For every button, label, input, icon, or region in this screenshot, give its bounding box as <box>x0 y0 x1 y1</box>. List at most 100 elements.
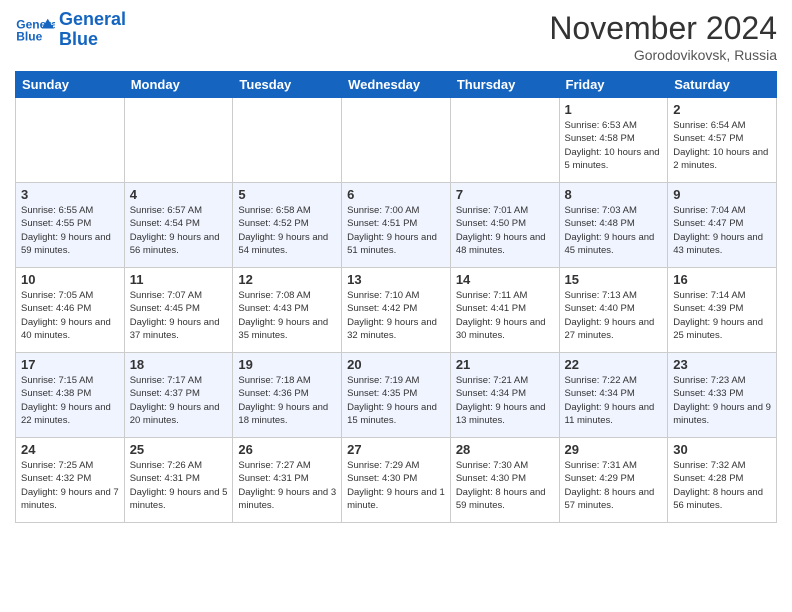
day-info: Sunrise: 7:03 AM Sunset: 4:48 PM Dayligh… <box>565 204 663 257</box>
header-monday: Monday <box>124 72 233 98</box>
day-info: Sunrise: 6:55 AM Sunset: 4:55 PM Dayligh… <box>21 204 119 257</box>
day-info: Sunrise: 7:10 AM Sunset: 4:42 PM Dayligh… <box>347 289 445 342</box>
calendar-cell-w4-d6: 23 Sunrise: 7:23 AM Sunset: 4:33 PM Dayli… <box>668 353 777 438</box>
day-info: Sunrise: 6:53 AM Sunset: 4:58 PM Dayligh… <box>565 119 663 172</box>
calendar-cell-w5-d1: 25 Sunrise: 7:26 AM Sunset: 4:31 PM Dayli… <box>124 438 233 523</box>
calendar-cell-w5-d0: 24Sunrise: 7:25 AM Sunset: 4:32 PM Dayli… <box>16 438 125 523</box>
day-number: 8 <box>565 187 663 202</box>
day-info: Sunrise: 7:19 AM Sunset: 4:35 PM Dayligh… <box>347 374 445 427</box>
day-info: Sunrise: 7:29 AM Sunset: 4:30 PM Dayligh… <box>347 459 445 512</box>
day-number: 25 <box>130 442 228 457</box>
calendar-cell-w4-d3: 20 Sunrise: 7:19 AM Sunset: 4:35 PM Dayli… <box>342 353 451 438</box>
day-info: Sunrise: 7:05 AM Sunset: 4:46 PM Dayligh… <box>21 289 119 342</box>
day-number: 5 <box>238 187 336 202</box>
day-number: 14 <box>456 272 554 287</box>
day-number: 19 <box>238 357 336 372</box>
calendar-cell-w3-d2: 12 Sunrise: 7:08 AM Sunset: 4:43 PM Dayli… <box>233 268 342 353</box>
day-number: 30 <box>673 442 771 457</box>
day-number: 10 <box>21 272 119 287</box>
calendar-cell-w5-d3: 27 Sunrise: 7:29 AM Sunset: 4:30 PM Dayli… <box>342 438 451 523</box>
day-info: Sunrise: 7:26 AM Sunset: 4:31 PM Dayligh… <box>130 459 228 512</box>
header-wednesday: Wednesday <box>342 72 451 98</box>
calendar-cell-w3-d4: 14 Sunrise: 7:11 AM Sunset: 4:41 PM Dayli… <box>450 268 559 353</box>
day-info: Sunrise: 7:31 AM Sunset: 4:29 PM Dayligh… <box>565 459 663 512</box>
day-number: 23 <box>673 357 771 372</box>
day-info: Sunrise: 7:30 AM Sunset: 4:30 PM Dayligh… <box>456 459 554 512</box>
day-info: Sunrise: 7:22 AM Sunset: 4:34 PM Dayligh… <box>565 374 663 427</box>
day-number: 9 <box>673 187 771 202</box>
title-section: November 2024 Gorodovikovsk, Russia <box>549 10 777 63</box>
day-number: 21 <box>456 357 554 372</box>
calendar-table: Sunday Monday Tuesday Wednesday Thursday… <box>15 71 777 523</box>
calendar-cell-w2-d0: 3 Sunrise: 6:55 AM Sunset: 4:55 PM Daylig… <box>16 183 125 268</box>
day-number: 20 <box>347 357 445 372</box>
month-title: November 2024 <box>549 10 777 47</box>
logo-icon: General Blue <box>15 15 55 45</box>
calendar-cell-w2-d4: 7Sunrise: 7:01 AM Sunset: 4:50 PM Daylig… <box>450 183 559 268</box>
header-sunday: Sunday <box>16 72 125 98</box>
day-info: Sunrise: 7:23 AM Sunset: 4:33 PM Dayligh… <box>673 374 771 427</box>
day-info: Sunrise: 7:04 AM Sunset: 4:47 PM Dayligh… <box>673 204 771 257</box>
day-info: Sunrise: 7:17 AM Sunset: 4:37 PM Dayligh… <box>130 374 228 427</box>
location: Gorodovikovsk, Russia <box>549 47 777 63</box>
calendar-cell-w4-d4: 21 Sunrise: 7:21 AM Sunset: 4:34 PM Dayli… <box>450 353 559 438</box>
weekday-header-row: Sunday Monday Tuesday Wednesday Thursday… <box>16 72 777 98</box>
calendar-cell-w1-d1 <box>124 98 233 183</box>
calendar-cell-w2-d1: 4 Sunrise: 6:57 AM Sunset: 4:54 PM Daylig… <box>124 183 233 268</box>
day-number: 12 <box>238 272 336 287</box>
week-row-4: 17Sunrise: 7:15 AM Sunset: 4:38 PM Dayli… <box>16 353 777 438</box>
calendar-cell-w1-d4 <box>450 98 559 183</box>
week-row-3: 10 Sunrise: 7:05 AM Sunset: 4:46 PM Dayli… <box>16 268 777 353</box>
svg-text:Blue: Blue <box>16 29 42 43</box>
calendar-cell-w4-d5: 22 Sunrise: 7:22 AM Sunset: 4:34 PM Dayli… <box>559 353 668 438</box>
day-number: 4 <box>130 187 228 202</box>
calendar-cell-w1-d3 <box>342 98 451 183</box>
calendar-cell-w5-d5: 29 Sunrise: 7:31 AM Sunset: 4:29 PM Dayli… <box>559 438 668 523</box>
day-number: 7 <box>456 187 554 202</box>
calendar-cell-w4-d1: 18 Sunrise: 7:17 AM Sunset: 4:37 PM Dayli… <box>124 353 233 438</box>
calendar-cell-w3-d5: 15Sunrise: 7:13 AM Sunset: 4:40 PM Dayli… <box>559 268 668 353</box>
day-number: 2 <box>673 102 771 117</box>
calendar-cell-w3-d3: 13Sunrise: 7:10 AM Sunset: 4:42 PM Dayli… <box>342 268 451 353</box>
calendar-cell-w4-d0: 17Sunrise: 7:15 AM Sunset: 4:38 PM Dayli… <box>16 353 125 438</box>
day-info: Sunrise: 7:25 AM Sunset: 4:32 PM Dayligh… <box>21 459 119 512</box>
calendar-cell-w2-d5: 8 Sunrise: 7:03 AM Sunset: 4:48 PM Daylig… <box>559 183 668 268</box>
day-number: 1 <box>565 102 663 117</box>
day-info: Sunrise: 7:13 AM Sunset: 4:40 PM Dayligh… <box>565 289 663 342</box>
header-friday: Friday <box>559 72 668 98</box>
logo-text: GeneralBlue <box>59 10 126 50</box>
day-number: 3 <box>21 187 119 202</box>
day-number: 6 <box>347 187 445 202</box>
calendar-cell-w2-d2: 5Sunrise: 6:58 AM Sunset: 4:52 PM Daylig… <box>233 183 342 268</box>
day-number: 26 <box>238 442 336 457</box>
day-number: 22 <box>565 357 663 372</box>
day-info: Sunrise: 6:57 AM Sunset: 4:54 PM Dayligh… <box>130 204 228 257</box>
calendar-cell-w5-d4: 28 Sunrise: 7:30 AM Sunset: 4:30 PM Dayli… <box>450 438 559 523</box>
week-row-1: 1 Sunrise: 6:53 AM Sunset: 4:58 PM Daylig… <box>16 98 777 183</box>
header-thursday: Thursday <box>450 72 559 98</box>
day-number: 16 <box>673 272 771 287</box>
calendar-cell-w3-d0: 10 Sunrise: 7:05 AM Sunset: 4:46 PM Dayli… <box>16 268 125 353</box>
logo: General Blue GeneralBlue <box>15 10 126 50</box>
header-tuesday: Tuesday <box>233 72 342 98</box>
calendar-cell-w5-d6: 30Sunrise: 7:32 AM Sunset: 4:28 PM Dayli… <box>668 438 777 523</box>
day-info: Sunrise: 7:14 AM Sunset: 4:39 PM Dayligh… <box>673 289 771 342</box>
day-info: Sunrise: 7:07 AM Sunset: 4:45 PM Dayligh… <box>130 289 228 342</box>
page: General Blue GeneralBlue November 2024 G… <box>0 0 792 612</box>
day-number: 27 <box>347 442 445 457</box>
calendar-cell-w2-d3: 6Sunrise: 7:00 AM Sunset: 4:51 PM Daylig… <box>342 183 451 268</box>
day-number: 18 <box>130 357 228 372</box>
calendar-cell-w5-d2: 26 Sunrise: 7:27 AM Sunset: 4:31 PM Dayli… <box>233 438 342 523</box>
day-info: Sunrise: 6:54 AM Sunset: 4:57 PM Dayligh… <box>673 119 771 172</box>
day-number: 29 <box>565 442 663 457</box>
day-number: 28 <box>456 442 554 457</box>
day-info: Sunrise: 7:11 AM Sunset: 4:41 PM Dayligh… <box>456 289 554 342</box>
day-info: Sunrise: 7:08 AM Sunset: 4:43 PM Dayligh… <box>238 289 336 342</box>
calendar-cell-w1-d5: 1 Sunrise: 6:53 AM Sunset: 4:58 PM Daylig… <box>559 98 668 183</box>
week-row-2: 3 Sunrise: 6:55 AM Sunset: 4:55 PM Daylig… <box>16 183 777 268</box>
day-info: Sunrise: 7:21 AM Sunset: 4:34 PM Dayligh… <box>456 374 554 427</box>
day-info: Sunrise: 7:27 AM Sunset: 4:31 PM Dayligh… <box>238 459 336 512</box>
header-saturday: Saturday <box>668 72 777 98</box>
calendar-cell-w3-d1: 11Sunrise: 7:07 AM Sunset: 4:45 PM Dayli… <box>124 268 233 353</box>
calendar-cell-w1-d0 <box>16 98 125 183</box>
